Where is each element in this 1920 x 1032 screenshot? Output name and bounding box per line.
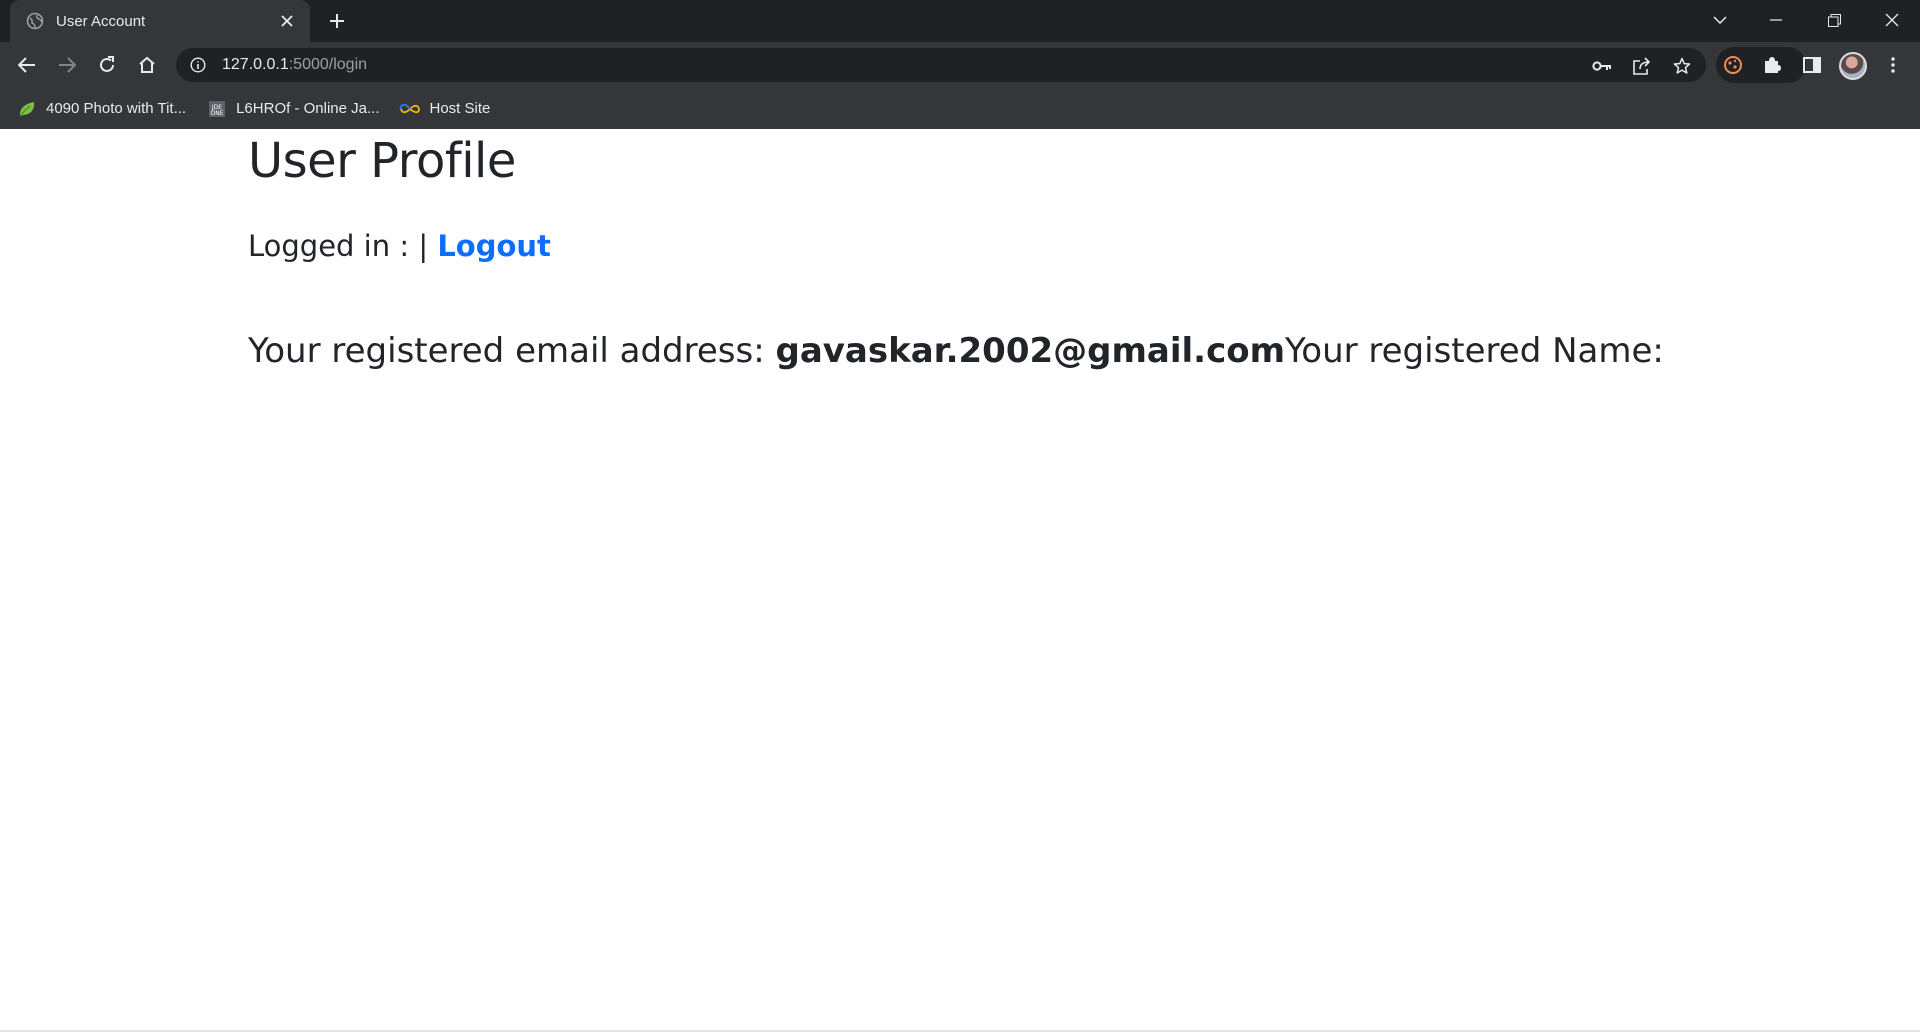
bookmark-label: L6HROf - Online Ja...: [236, 100, 380, 117]
info-icon[interactable]: [188, 55, 208, 75]
back-button[interactable]: [9, 47, 45, 83]
globe-icon: [26, 12, 44, 30]
email-label: Your registered email address:: [248, 331, 776, 372]
bookmark-label: Host Site: [429, 100, 491, 117]
restore-button[interactable]: [1806, 0, 1862, 40]
key-icon[interactable]: [1590, 55, 1614, 77]
close-window-button[interactable]: [1864, 0, 1920, 40]
name-label: Your registered Name:: [1285, 331, 1664, 372]
plus-icon: [330, 14, 344, 28]
bookmark-item[interactable]: 4090 Photo with Tit...: [16, 98, 186, 120]
tab-title: User Account: [56, 12, 146, 30]
address-bar[interactable]: 127.0.0.1:5000/login: [176, 48, 1706, 82]
logged-in-label: Logged in :: [248, 228, 410, 263]
puzzle-icon[interactable]: [1757, 50, 1787, 80]
profile-container: User Profile Logged in : | Logout Your r…: [248, 129, 1748, 372]
page-viewport: User Profile Logged in : | Logout Your r…: [0, 129, 1920, 1032]
reload-icon: [100, 56, 114, 72]
email-value: gavaskar.2002@gmail.com: [775, 331, 1286, 372]
bookmarks-bar: 4090 Photo with Tit... JDE ONE L6HROf - O…: [0, 88, 1920, 129]
svg-text:ONE: ONE: [211, 110, 224, 117]
tab-search-button[interactable]: [1692, 0, 1748, 40]
close-tab-icon[interactable]: [276, 10, 298, 32]
minimize-button[interactable]: [1748, 0, 1804, 40]
registration-info: Your registered email address: gavaskar.…: [248, 331, 1748, 372]
share-icon[interactable]: [1630, 55, 1654, 77]
profile-avatar[interactable]: [1839, 52, 1867, 80]
cookie-extension-icon[interactable]: [1718, 50, 1748, 80]
reload-button[interactable]: [89, 47, 125, 83]
infinity-icon: [399, 98, 421, 120]
leaf-icon: [16, 98, 38, 120]
new-tab-button[interactable]: [322, 8, 352, 34]
close-icon: [1885, 13, 1899, 27]
menu-dots-icon[interactable]: [1878, 50, 1908, 80]
home-icon: [139, 56, 155, 73]
logout-link[interactable]: Logout: [437, 229, 551, 263]
forward-button[interactable]: [49, 47, 85, 83]
bookmark-item[interactable]: Host Site: [399, 98, 490, 120]
separator: |: [418, 228, 429, 263]
tab-user-account[interactable]: User Account: [10, 0, 310, 42]
minimize-icon: [1770, 19, 1782, 21]
login-status: Logged in : | Logout: [248, 229, 1748, 264]
page-title: User Profile: [248, 133, 516, 189]
url-host: 127.0.0.1: [222, 56, 289, 73]
side-panel-icon[interactable]: [1797, 50, 1827, 80]
url-path: :5000/login: [288, 56, 368, 73]
tab-strip: User Account: [0, 0, 1920, 42]
chevron-down-icon: [1713, 16, 1727, 24]
arrow-left-icon: [18, 57, 35, 73]
arrow-right-icon: [59, 57, 76, 73]
star-icon[interactable]: [1670, 55, 1694, 77]
bookmark-item[interactable]: JDE ONE L6HROf - Online Ja...: [206, 98, 379, 120]
home-button[interactable]: [129, 47, 165, 83]
url-text[interactable]: 127.0.0.1:5000/login: [222, 56, 367, 74]
bookmark-label: 4090 Photo with Tit...: [46, 100, 187, 117]
browser-chrome: User Account 127.0.0.1:5000/login 4090 P…: [0, 0, 1920, 129]
restore-icon: [1827, 13, 1841, 27]
jdoodle-icon: JDE ONE: [206, 98, 228, 120]
toolbar: 127.0.0.1:5000/login: [0, 42, 1920, 88]
